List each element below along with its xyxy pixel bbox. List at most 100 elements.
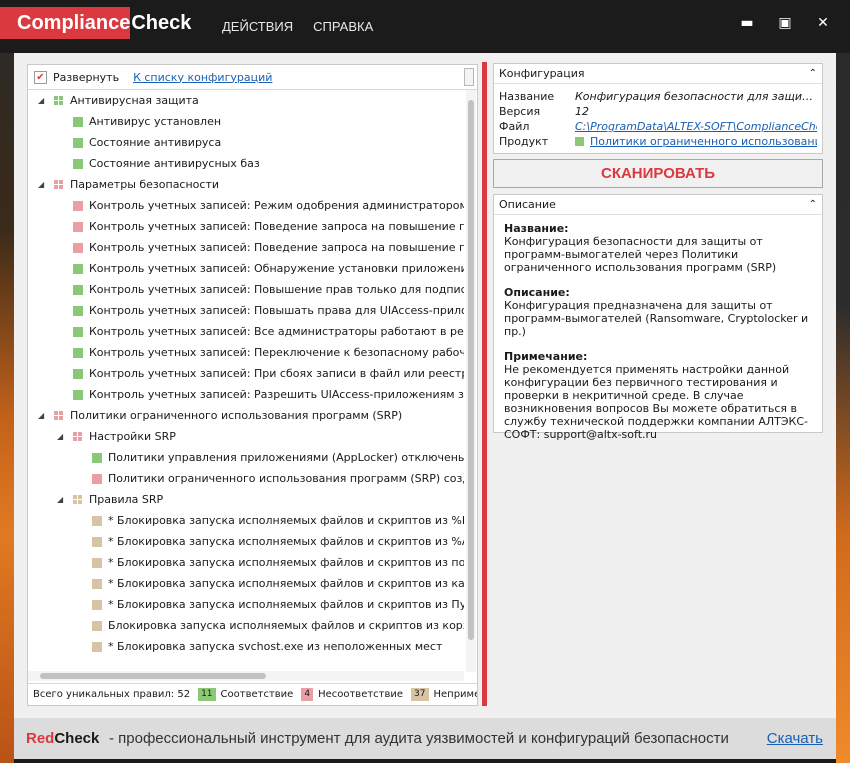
- config-row-product: Продукт Политики ограниченного использов…: [499, 134, 817, 149]
- rule-status-icon: [73, 306, 83, 316]
- rule-status-icon: [73, 369, 83, 379]
- description-header: Описание ⌃: [494, 195, 822, 215]
- minimize-icon[interactable]: ▬: [738, 15, 756, 31]
- rule-status-icon: [73, 390, 83, 400]
- logo-check: Check: [131, 12, 192, 34]
- tree-row-label: Контроль учетных записей: Поведение запр…: [89, 241, 464, 254]
- configs-list-link[interactable]: К списку конфигураций: [133, 71, 272, 84]
- tree-row-label: * Блокировка запуска исполняемых файлов …: [108, 514, 464, 527]
- promo-banner: RedCheck - профессиональный инструмент д…: [14, 718, 836, 759]
- logo-compliance: Compliance: [0, 7, 131, 39]
- config-row-version: Версия 12: [499, 104, 817, 119]
- tree-row-label: Контроль учетных записей: Повышение прав…: [89, 283, 464, 296]
- rule-status-icon: [73, 348, 83, 358]
- menu-actions[interactable]: ДЕЙСТВИЯ: [222, 19, 293, 34]
- desc-name-block: Название: Конфигурация безопасности для …: [504, 222, 812, 274]
- main-menu: ДЕЙСТВИЯ СПРАВКА: [222, 19, 373, 34]
- desc-name-heading: Название:: [504, 222, 569, 235]
- config-name-value: Конфигурация безопасности для защиты от …: [575, 90, 817, 103]
- toolbar-scroll-button[interactable]: [464, 68, 474, 86]
- rule-status-icon: [92, 516, 102, 526]
- desc-name-text: Конфигурация безопасности для защиты от …: [504, 235, 777, 274]
- rule-status-icon: [92, 453, 102, 463]
- expand-label[interactable]: Развернуть: [53, 71, 119, 84]
- tree-row-label: Правила SRP: [89, 493, 164, 506]
- expand-toggle-icon[interactable]: ◢: [57, 426, 67, 447]
- noncompliance-label: Несоответствие: [318, 689, 404, 700]
- config-product-key: Продукт: [499, 135, 549, 148]
- title-bar: Compliance Check ДЕЙСТВИЯ СПРАВКА ▬ ▣ ✕: [0, 0, 850, 53]
- desc-note-heading: Примечание:: [504, 350, 588, 363]
- chevron-up-icon[interactable]: ⌃: [809, 195, 817, 214]
- brand-dark: Check: [54, 730, 100, 747]
- config-file-link[interactable]: C:\ProgramData\ALTEX-SOFT\ComplianceChec…: [575, 119, 817, 134]
- tree-row-label: Политики ограниченного использования про…: [70, 409, 403, 422]
- maximize-icon[interactable]: ▣: [776, 15, 794, 31]
- tree-horizontal-thumb[interactable]: [40, 673, 266, 679]
- rule-status-icon: [73, 159, 83, 169]
- banner-brand: RedCheck: [26, 730, 99, 747]
- rule-status-icon: [92, 642, 102, 652]
- rule-status-icon: [73, 222, 83, 232]
- tree-row-label: * Блокировка запуска исполняемых файлов …: [108, 598, 464, 611]
- config-product-link[interactable]: Политики ограниченного использования про…: [590, 134, 817, 149]
- rule-status-icon: [92, 579, 102, 589]
- backdrop-left: [0, 0, 14, 763]
- rule-status-icon: [92, 558, 102, 568]
- product-status-icon: [575, 137, 584, 146]
- expand-toggle-icon[interactable]: ◢: [57, 489, 67, 510]
- config-file-key: Файл: [499, 120, 530, 133]
- rule-status-icon: [92, 474, 102, 484]
- tree-row-label: Контроль учетных записей: Поведение запр…: [89, 220, 464, 233]
- tree-row-label: Контроль учетных записей: Разрешить UIAc…: [89, 388, 464, 401]
- tree-row-label: Антивирус установлен: [89, 115, 222, 128]
- download-link[interactable]: Скачать: [767, 730, 823, 747]
- config-properties: Название Конфигурация безопасности для з…: [494, 84, 822, 149]
- config-header: Конфигурация ⌃: [494, 64, 822, 84]
- expand-toggle-icon[interactable]: ◢: [38, 405, 48, 426]
- rules-panel: ✔ Развернуть К списку конфигураций ◢ Анти…: [27, 64, 478, 706]
- rule-status-icon: [73, 201, 83, 211]
- group-status-icon: [73, 432, 82, 441]
- description-title: Описание: [499, 198, 556, 211]
- checkmark-icon: ✔: [36, 71, 45, 83]
- group-status-icon: [54, 96, 63, 105]
- accent-divider: [482, 62, 487, 706]
- rules-status-bar: Всего уникальных правил: 52 11 Соответст…: [28, 683, 477, 705]
- expand-checkbox[interactable]: ✔: [34, 70, 47, 84]
- rules-tree: ◢ Антивирусная защита Антивирус установлен…: [28, 90, 464, 670]
- tree-row-label: * Блокировка запуска исполняемых файлов …: [108, 556, 464, 569]
- tree-row-label: Политики ограниченного использования про…: [108, 472, 464, 485]
- config-version-value: 12: [575, 105, 589, 118]
- rule-status-icon: [73, 243, 83, 253]
- config-row-file: Файл C:\ProgramData\ALTEX-SOFT\Complianc…: [499, 119, 817, 134]
- tree-row-label: Контроль учетных записей: Обнаружение ус…: [89, 262, 464, 275]
- tree-row-label: Контроль учетных записей: Все администра…: [89, 325, 464, 338]
- desc-description-heading: Описание:: [504, 286, 570, 299]
- rules-toolbar: ✔ Развернуть К списку конфигураций: [28, 65, 477, 90]
- tree-row-label: Блокировка запуска исполняемых файлов и …: [108, 619, 464, 632]
- tree-row-label: * Блокировка запуска исполняемых файлов …: [108, 577, 464, 590]
- desc-description-block: Описание: Конфигурация предназначена для…: [504, 286, 812, 338]
- group-status-icon: [54, 411, 63, 420]
- rule-status-icon: [92, 600, 102, 610]
- tree-vertical-scrollbar[interactable]: [466, 90, 476, 672]
- tree-row-label: Политики управления приложениями (AppLoc…: [108, 451, 464, 464]
- description-box: Описание ⌃ Название: Конфигурация безопа…: [493, 194, 823, 441]
- expand-toggle-icon[interactable]: ◢: [38, 174, 48, 195]
- tree-horizontal-scrollbar[interactable]: [28, 671, 464, 681]
- tree-row-label: Контроль учетных записей: При сбоях запи…: [89, 367, 464, 380]
- chevron-up-icon[interactable]: ⌃: [809, 64, 817, 83]
- config-box: Конфигурация ⌃ Название Конфигурация без…: [493, 63, 823, 154]
- tree-row-label: Состояние антивируса: [89, 136, 222, 149]
- expand-toggle-icon[interactable]: ◢: [38, 90, 48, 111]
- menu-help[interactable]: СПРАВКА: [313, 19, 373, 34]
- tree-vertical-thumb[interactable]: [468, 100, 474, 640]
- close-icon[interactable]: ✕: [814, 15, 832, 31]
- scan-button[interactable]: СКАНИРОВАТЬ: [493, 159, 823, 188]
- tree-row-label: Контроль учетных записей: Переключение к…: [89, 346, 464, 359]
- na-count-badge: 37: [411, 688, 429, 701]
- description-body: Название: Конфигурация безопасности для …: [494, 215, 822, 441]
- desc-description-text: Конфигурация предназначена для защиты от…: [504, 299, 809, 338]
- config-title: Конфигурация: [499, 67, 585, 80]
